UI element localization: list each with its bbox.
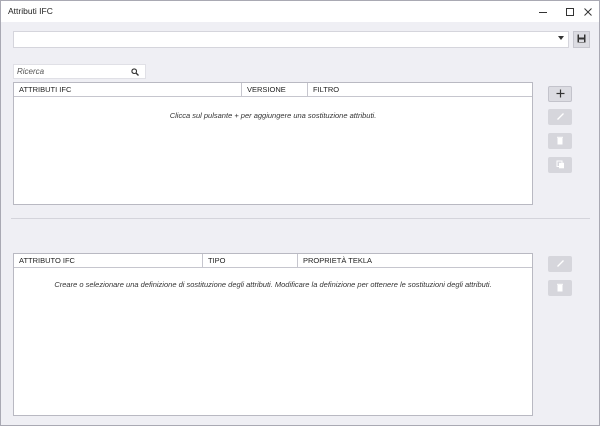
column-header-filtro[interactable]: FILTRO (308, 83, 532, 96)
column-header-attributi-ifc[interactable]: ATTRIBUTI IFC (14, 83, 242, 96)
minimize-button[interactable] (532, 1, 554, 22)
edit-mapping-button[interactable] (548, 256, 572, 272)
trash-icon (556, 283, 564, 294)
window-title: Attributi IFC (8, 6, 53, 16)
edit-button[interactable] (548, 109, 572, 125)
column-header-attributo-ifc[interactable]: ATTRIBUTO IFC (14, 254, 203, 267)
search-input[interactable]: Ricerca (13, 64, 146, 79)
delete-mapping-button[interactable] (548, 280, 572, 296)
delete-button[interactable] (548, 133, 572, 149)
search-icon[interactable] (131, 68, 139, 78)
title-bar[interactable]: Attributi IFC (1, 1, 599, 22)
table-header: ATTRIBUTI IFC VERSIONE FILTRO (14, 83, 532, 97)
attribute-replacement-table[interactable]: ATTRIBUTI IFC VERSIONE FILTRO Clicca sul… (13, 82, 533, 205)
chevron-down-icon[interactable] (558, 36, 564, 40)
close-icon (583, 7, 593, 17)
empty-table-message: Creare o selezionare una definizione di … (54, 280, 492, 289)
maximize-icon (565, 7, 575, 17)
definition-dropdown[interactable] (13, 31, 569, 48)
plus-icon (556, 89, 565, 100)
table-header: ATTRIBUTO IFC TIPO PROPRIETÀ TEKLA (14, 254, 532, 268)
minimize-icon (538, 7, 548, 17)
attribute-mapping-table[interactable]: ATTRIBUTO IFC TIPO PROPRIETÀ TEKLA Crear… (13, 253, 533, 416)
trash-icon (556, 136, 564, 147)
column-header-proprieta-tekla[interactable]: PROPRIETÀ TEKLA (298, 254, 532, 267)
section-divider (11, 218, 590, 219)
save-icon (577, 34, 586, 45)
copy-icon (556, 160, 565, 171)
search-placeholder: Ricerca (17, 67, 45, 76)
window: Attributi IFC Ricerca ATTRIBUTI IFC VERS… (0, 0, 600, 426)
add-button[interactable] (548, 86, 572, 102)
pencil-icon (556, 259, 565, 270)
close-button[interactable] (577, 1, 599, 22)
pencil-icon (556, 112, 565, 123)
column-header-versione[interactable]: VERSIONE (242, 83, 308, 96)
save-button[interactable] (573, 31, 590, 48)
copy-button[interactable] (548, 157, 572, 173)
empty-table-message: Clicca sul pulsante + per aggiungere una… (169, 111, 377, 120)
column-header-tipo[interactable]: TIPO (203, 254, 298, 267)
